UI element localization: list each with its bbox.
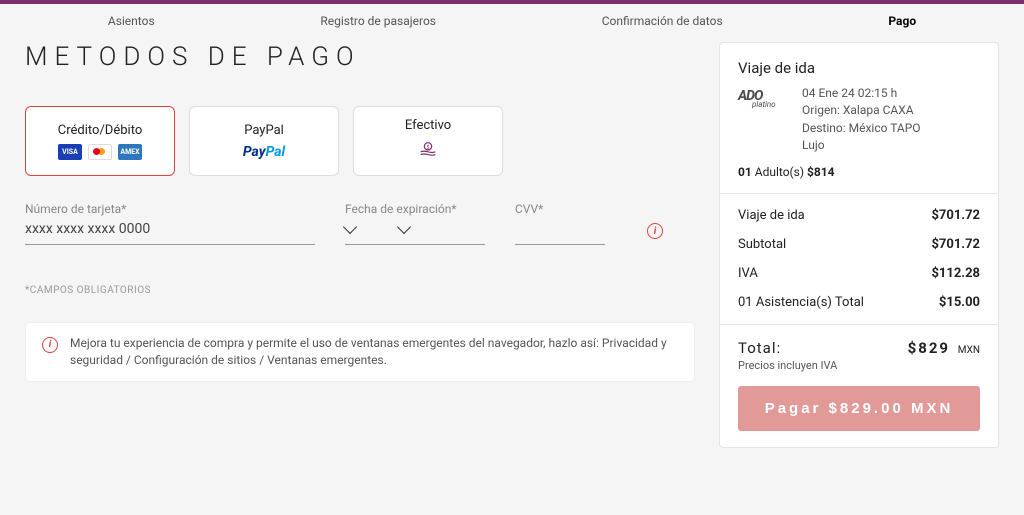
tax-note: Precios incluyen IVA [738,359,980,372]
info-icon: i [42,337,58,353]
banner-text: Mejora tu experiencia de compra y permit… [70,335,678,369]
divider [720,193,998,194]
amex-icon: AMEX [118,144,142,160]
price-row: Subtotal$701.72 [738,237,980,252]
method-card[interactable]: Crédito/Débito VISA AMEX [25,106,175,176]
required-fields-note: *CAMPOS OBLIGATORIOS [25,285,695,296]
cash-icon: $ [415,139,441,165]
step-seats[interactable]: Asientos [108,14,155,28]
card-form: Número de tarjeta* xxxx xxxx xxxx 0000 F… [25,202,695,245]
step-payment[interactable]: Pago [888,14,916,28]
trip-origin: Origen: Xalapa CAXA [802,102,921,119]
expiry-label: Fecha de expiración* [345,202,485,216]
cvv-label: CVV* [515,202,605,216]
page-title: METODOS DE PAGO [25,42,695,72]
pay-button[interactable]: Pagar $829.00 MXN [738,386,980,431]
expiry-field[interactable]: Fecha de expiración* [345,202,485,245]
trip-class: Lujo [802,137,921,154]
method-cash[interactable]: Efectivo $ [353,106,503,176]
method-cash-label: Efectivo [405,118,451,133]
payment-methods: Crédito/Débito VISA AMEX PayPal PayPal E… [25,106,695,176]
method-paypal-label: PayPal [244,123,284,138]
step-confirm[interactable]: Confirmación de datos [602,14,723,28]
checkout-steps: Asientos Registro de pasajeros Confirmac… [25,4,999,42]
divider [720,324,998,325]
mastercard-icon [88,144,112,160]
passenger-line: 01 Adulto(s) $814 [738,165,980,179]
bus-brand-logo: ADOplatino [738,85,792,155]
method-card-label: Crédito/Débito [58,123,142,138]
card-brand-icons: VISA AMEX [58,144,142,160]
card-number-label: Número de tarjeta* [25,202,315,216]
paypal-icon: PayPal [243,144,285,160]
price-row: IVA$112.28 [738,266,980,281]
step-passengers[interactable]: Registro de pasajeros [320,14,436,28]
price-row: Viaje de ida$701.72 [738,208,980,223]
price-row: 01 Asistencia(s) Total$15.00 [738,295,980,310]
chevron-down-icon[interactable] [343,220,357,234]
popup-info-banner: i Mejora tu experiencia de compra y perm… [25,322,695,382]
trip-datetime: 04 Ene 24 02:15 h [802,85,921,102]
visa-icon: VISA [58,144,82,160]
cvv-input[interactable] [515,220,605,238]
cvv-field[interactable]: CVV* [515,202,605,245]
trip-title: Viaje de ida [738,59,980,77]
chevron-down-icon[interactable] [397,220,411,234]
info-icon[interactable]: i [647,223,663,239]
trip-destination: Destino: México TAPO [802,120,921,137]
trip-summary-panel: Viaje de ida ADOplatino 04 Ene 24 02:15 … [719,42,999,448]
card-number-field[interactable]: Número de tarjeta* xxxx xxxx xxxx 0000 [25,202,315,245]
method-paypal[interactable]: PayPal PayPal [189,106,339,176]
card-number-input[interactable]: xxxx xxxx xxxx 0000 [25,220,315,238]
total-row: Total: $829 MXN [738,339,980,357]
svg-text:$: $ [426,144,429,151]
